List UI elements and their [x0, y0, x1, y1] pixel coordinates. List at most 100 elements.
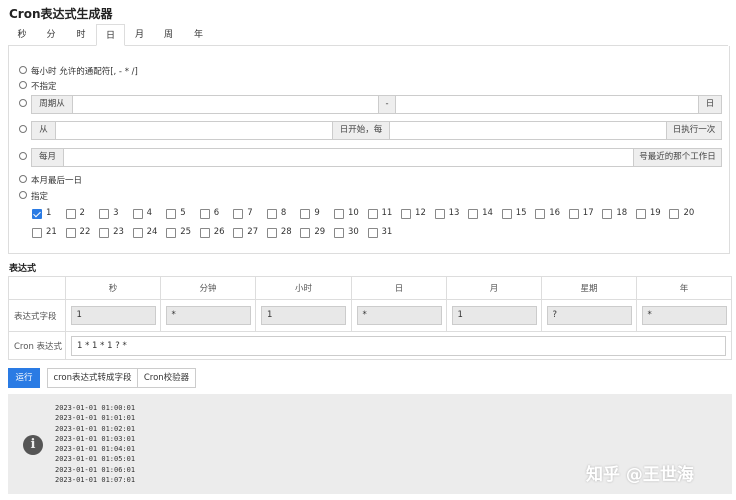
tab-second[interactable]: 秒 — [8, 24, 36, 46]
info-icon: i — [23, 435, 43, 455]
day-checkbox-13[interactable] — [434, 209, 445, 219]
day-checkbox-28[interactable] — [266, 228, 277, 238]
day-checkbox-label: 8 — [280, 208, 287, 218]
day-checkbox-18[interactable] — [602, 209, 613, 219]
radio-monthly[interactable] — [19, 152, 27, 160]
day-checkbox-25[interactable] — [166, 228, 177, 238]
col-header-second: 秒 — [65, 276, 161, 300]
cron-expression-input[interactable]: 1 * 1 * 1 ? * — [71, 335, 726, 356]
month-field[interactable]: 1 — [451, 306, 537, 325]
day-checkbox-12[interactable] — [401, 209, 412, 219]
day-checkbox-label: 26 — [213, 227, 225, 237]
day-checkbox-label: 21 — [46, 227, 57, 237]
day-checkbox-26[interactable] — [199, 228, 210, 238]
day-checkbox-4[interactable] — [132, 209, 143, 219]
day-checkbox-24[interactable] — [132, 228, 143, 238]
radio-period[interactable] — [19, 99, 27, 107]
day-checkbox-16[interactable] — [535, 209, 546, 219]
radio-from[interactable] — [19, 125, 27, 133]
day-checkbox-29[interactable] — [300, 228, 311, 238]
period-end-input[interactable] — [395, 95, 699, 114]
radio-last-day[interactable] — [19, 175, 27, 183]
day-checkbox-27[interactable] — [233, 228, 244, 238]
run-result-list: 2023-01-01 01:00:01 2023-01-01 01:01:01 20… — [55, 403, 135, 485]
hour-field[interactable]: 1 — [261, 306, 346, 325]
monthly-day-input[interactable] — [63, 148, 634, 167]
day-checkbox-11[interactable] — [367, 209, 378, 219]
result-line: 2023-01-01 01:07:01 — [55, 476, 136, 485]
tab-day[interactable]: 日 — [96, 24, 125, 46]
day-checkbox-31[interactable] — [367, 228, 378, 238]
day-checkbox-3[interactable] — [99, 209, 110, 219]
day-checkbox-14[interactable] — [468, 209, 479, 219]
period-start-input[interactable] — [72, 95, 379, 114]
day-checkbox-label: 2 — [79, 208, 85, 218]
col-header-month: 月 — [446, 276, 542, 300]
day-checkbox-label: 30 — [347, 227, 359, 237]
col-header-minute: 分钟 — [160, 276, 256, 300]
result-line: 2023-01-01 01:03:01 — [55, 434, 136, 443]
period-separator: - — [378, 95, 396, 114]
from-suffix: 日执行一次 — [666, 121, 722, 140]
tab-hour[interactable]: 时 — [66, 24, 96, 46]
from-prefix: 从 — [31, 121, 56, 140]
result-line: 2023-01-01 01:04:01 — [55, 445, 136, 454]
from-start-input[interactable] — [55, 121, 333, 140]
day-checkbox-17[interactable] — [568, 209, 579, 219]
validator-button[interactable]: Cron校验器 — [137, 368, 196, 388]
day-checkbox-label: 14 — [482, 208, 493, 218]
period-prefix: 周期从 — [31, 95, 73, 114]
monthly-prefix: 每月 — [31, 148, 64, 167]
day-checkbox-7[interactable] — [233, 209, 244, 219]
day-checkbox-22[interactable] — [65, 228, 76, 238]
day-checkbox-label: 4 — [146, 208, 153, 218]
day-checkbox-label: 27 — [247, 227, 259, 237]
tab-year[interactable]: 年 — [183, 24, 214, 46]
day-checkbox-label: 3 — [113, 208, 119, 218]
day-checkbox-label: 22 — [79, 227, 91, 237]
day-checkbox-label: 25 — [180, 227, 192, 237]
day-checkbox-15[interactable] — [501, 209, 512, 219]
unit-tabs: 秒 分 时 日 月 周 年 — [8, 24, 728, 46]
radio-unspecified[interactable] — [19, 81, 27, 89]
day-checkbox-5[interactable] — [166, 209, 177, 219]
second-field[interactable]: 1 — [70, 306, 156, 325]
option-specify-label: 指定 — [31, 192, 49, 202]
expression-table: 秒 分钟 小时 日 月 星期 年 表达式字段 1 * 1 * 1 ? * Cro… — [8, 276, 732, 360]
day-checkbox-6[interactable] — [199, 209, 210, 219]
tab-week[interactable]: 周 — [154, 24, 183, 46]
day-checkbox-23[interactable] — [99, 228, 110, 238]
day-checkbox-label: 18 — [616, 208, 628, 218]
option-unspecified-label: 不指定 — [31, 82, 57, 92]
day-checkbox-19[interactable] — [635, 209, 646, 219]
from-step-input[interactable] — [389, 121, 667, 140]
run-button[interactable]: 运行 — [8, 368, 40, 388]
day-checkbox-label: 9 — [314, 208, 320, 218]
day-checkbox-21[interactable] — [32, 228, 42, 238]
day-checkbox-20[interactable] — [669, 209, 680, 219]
app-title: Cron表达式生成器 — [9, 7, 113, 21]
day-checkbox-label: 1 — [46, 208, 52, 218]
week-field[interactable]: ? — [546, 306, 632, 325]
tab-minute[interactable]: 分 — [36, 24, 66, 46]
day-checkbox-label: 31 — [381, 227, 393, 237]
year-field[interactable]: * — [641, 306, 727, 325]
tab-month[interactable]: 月 — [125, 24, 154, 46]
result-line: 2023-01-01 01:01:01 — [55, 414, 136, 423]
day-checkbox-30[interactable] — [333, 228, 344, 238]
day-checkbox-8[interactable] — [266, 209, 277, 219]
day-checkbox-9[interactable] — [300, 209, 311, 219]
day-checkbox-1[interactable] — [32, 209, 42, 219]
day-checkbox-label: 24 — [146, 227, 158, 237]
radio-every[interactable] — [19, 66, 27, 74]
day-field[interactable]: * — [356, 306, 442, 325]
radio-specify[interactable] — [19, 191, 27, 199]
day-checkbox-label: 11 — [381, 208, 393, 218]
corner-cell — [8, 276, 66, 300]
to-fields-button[interactable]: cron表达式转成字段 — [47, 368, 138, 388]
result-line: 2023-01-01 01:06:01 — [55, 465, 136, 474]
day-checkbox-2[interactable] — [65, 209, 76, 219]
day-checkbox-10[interactable] — [333, 209, 344, 219]
col-header-hour: 小时 — [255, 276, 352, 300]
minute-field[interactable]: * — [165, 306, 251, 325]
